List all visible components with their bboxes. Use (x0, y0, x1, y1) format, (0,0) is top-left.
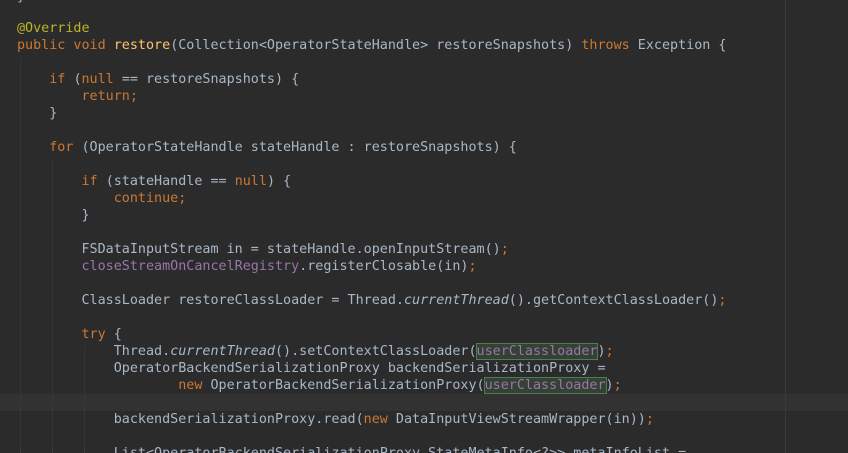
code-line[interactable]: } (17, 207, 90, 224)
code-token: null (81, 72, 122, 87)
code-token: backendSerializationProxy.read( (17, 412, 364, 427)
code-token: ; (718, 293, 727, 308)
code-line[interactable]: closeStreamOnCancelRegistry.registerClos… (17, 258, 477, 275)
code-token: ().getContextClassLoader() (508, 293, 719, 308)
code-token: DataInputViewStreamWrapper(in)) (395, 412, 646, 427)
code-line[interactable]: ClassLoader restoreClassLoader = Thread.… (17, 292, 726, 309)
code-token: continue; (113, 191, 187, 206)
code-line[interactable]: return; (17, 88, 138, 105)
code-line[interactable]: continue; (17, 190, 187, 207)
code-token: return; (81, 89, 138, 104)
code-token: currentThread (403, 293, 509, 308)
right-margin-guide (785, 0, 786, 453)
code-line[interactable]: } (17, 105, 57, 122)
code-token: ) (605, 378, 614, 393)
code-token: ) (597, 344, 606, 359)
code-token: ; (605, 344, 614, 359)
code-token: ; (500, 242, 509, 257)
code-token: .registerClosable(in) (299, 259, 469, 274)
code-token: == restoreSnapshots) { (121, 72, 300, 87)
code-token: currentThread (170, 344, 275, 359)
code-line[interactable]: if (stateHandle == null) { (17, 173, 292, 190)
code-line[interactable]: public void restore(Collection<OperatorS… (17, 37, 726, 54)
current-line-highlight (0, 394, 848, 411)
code-line[interactable]: try { (17, 326, 122, 343)
code-line[interactable]: FSDataInputStream in = stateHandle.openI… (17, 241, 509, 258)
code-token: ) { (266, 174, 292, 189)
code-token: null (234, 174, 267, 189)
code-token: (stateHandle == (105, 174, 235, 189)
code-token: OperatorBackendSerializationProxy backen… (17, 361, 606, 376)
code-line[interactable]: List<OperatorBackendSerializationProxy.S… (17, 445, 686, 453)
code-token: { (113, 327, 122, 342)
code-token: ( (73, 72, 82, 87)
code-token: ; (613, 378, 622, 393)
code-token: new (363, 412, 396, 427)
code-token: } (17, 208, 90, 223)
code-token: Thread. (17, 344, 171, 359)
code-token: List<OperatorBackendSerializationProxy.S… (17, 446, 686, 453)
code-token: try (81, 327, 114, 342)
code-line[interactable]: new OperatorBackendSerializationProxy(us… (17, 377, 622, 394)
highlighted-identifier: userClassloader (475, 343, 599, 360)
code-token: closeStreamOnCancelRegistry (81, 259, 300, 274)
code-token: for (49, 140, 82, 155)
code-token: ClassLoader restoreClassLoader = Thread. (17, 293, 404, 308)
code-token: if (49, 72, 74, 87)
code-line[interactable]: if (null == restoreSnapshots) { (17, 71, 299, 88)
code-editor[interactable]: } @Overridepublic void restore(Collectio… (0, 0, 848, 453)
code-fragment: } (17, 0, 25, 5)
code-line[interactable]: for (OperatorStateHandle stateHandle : r… (17, 139, 517, 156)
code-token: ; (468, 259, 477, 274)
code-token: } (17, 106, 58, 121)
code-token: (Collection<OperatorStateHandle> restore… (170, 38, 582, 53)
code-token: new (178, 378, 211, 393)
code-token: @Override (17, 21, 90, 36)
code-token: FSDataInputStream in = stateHandle.openI… (17, 242, 501, 257)
code-token: if (81, 174, 106, 189)
code-token: (OperatorStateHandle stateHandle : resto… (81, 140, 517, 155)
code-line[interactable]: @Override (17, 20, 90, 37)
code-token: OperatorBackendSerializationProxy( (210, 378, 485, 393)
code-token: ().setContextClassLoader( (275, 344, 477, 359)
code-token: throws (581, 38, 638, 53)
code-line[interactable]: backendSerializationProxy.read(new DataI… (17, 411, 654, 428)
highlighted-identifier: userClassloader (483, 377, 607, 394)
code-token: restore (113, 38, 171, 53)
code-token: Exception { (637, 38, 727, 53)
code-token: public void (17, 38, 114, 53)
code-token: ; (645, 412, 654, 427)
code-line[interactable]: OperatorBackendSerializationProxy backen… (17, 360, 606, 377)
code-line[interactable]: Thread.currentThread().setContextClassLo… (17, 343, 614, 360)
